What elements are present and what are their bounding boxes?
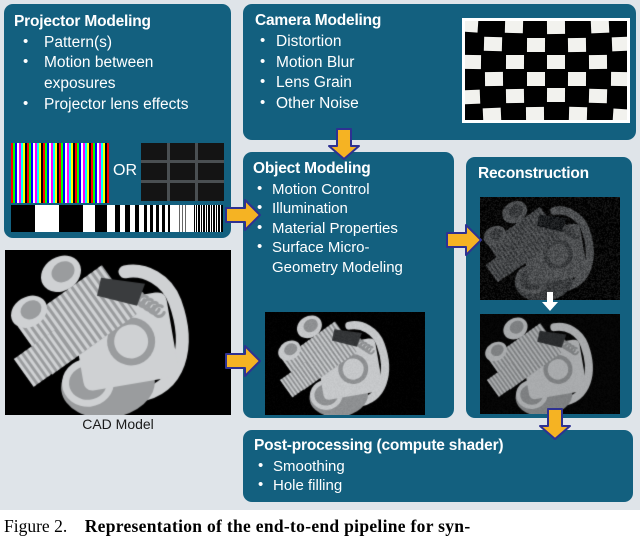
smoothed-depth-map-image	[480, 314, 620, 414]
arrow-right-object-to-reconstruction-icon	[446, 223, 482, 257]
checker-square	[506, 89, 524, 103]
checker-square	[485, 72, 503, 86]
checker-square	[483, 107, 501, 120]
checker-square	[589, 89, 607, 103]
figure-caption: Figure 2. Representation of the end-to-e…	[0, 510, 640, 537]
checker-square	[547, 55, 565, 69]
checker-square	[568, 38, 586, 52]
post-bullet-list: Smoothing Hole filling	[254, 457, 633, 496]
noisy-depth-map-image	[480, 197, 620, 300]
or-label: OR	[110, 162, 140, 180]
binary-stripe-pattern-icon	[11, 205, 223, 232]
arrow-down-white-icon	[541, 292, 559, 312]
checker-square	[465, 89, 480, 104]
list-item: Pattern(s)	[14, 33, 223, 54]
projector-bullet-list: Pattern(s) Motion between exposures Proj…	[14, 33, 223, 115]
grid-line	[195, 143, 198, 201]
list-item-continuation: Geometry Modeling	[253, 258, 454, 278]
list-item: Projector lens effects	[14, 95, 223, 116]
arrow-down-camera-to-object-icon	[327, 128, 361, 160]
list-item: Material Properties	[253, 219, 454, 239]
list-item: Surface Micro-	[253, 238, 454, 258]
grid-line	[141, 160, 224, 163]
checker-square	[611, 72, 627, 86]
checker-square	[589, 55, 607, 69]
cad-model-label: CAD Model	[5, 416, 231, 432]
arrow-right-cad-to-object-icon	[225, 344, 261, 378]
engine-render-canvas	[5, 250, 231, 415]
checker-square	[568, 107, 586, 120]
caption-bold: Representation of the end-to-end pipelin…	[85, 516, 471, 536]
arrow-right-projector-to-object-icon	[225, 198, 261, 232]
list-item: Smoothing	[254, 457, 633, 477]
post-processing-box: Post-processing (compute shader) Smoothi…	[243, 430, 633, 502]
list-item: Hole filling	[254, 476, 633, 496]
distorted-checkerboard-image	[462, 18, 630, 123]
checker-square	[465, 21, 478, 32]
engine-render-canvas	[265, 312, 425, 415]
grid-line	[167, 143, 170, 201]
projector-content: Projector Modeling Pattern(s) Motion bet…	[4, 4, 231, 115]
arrow-down-reconstruction-to-post-icon	[538, 408, 572, 440]
checker-square	[527, 72, 545, 86]
checker-square	[484, 37, 502, 51]
checker-square	[590, 21, 608, 33]
object-bullet-list: Motion Control Illumination Material Pro…	[253, 180, 454, 278]
checker-square	[611, 36, 627, 51]
checker-square	[567, 72, 585, 86]
checker-square	[527, 38, 545, 52]
reconstruction-content: Reconstruction	[466, 157, 632, 183]
engine-render-canvas	[480, 314, 620, 414]
diagram-canvas: Projector Modeling Pattern(s) Motion bet…	[0, 0, 640, 510]
checker-square	[465, 54, 481, 68]
cad-model-image	[5, 250, 231, 415]
checker-square	[526, 107, 544, 120]
figure-2: Projector Modeling Pattern(s) Motion bet…	[0, 0, 640, 537]
checker-square	[505, 21, 523, 34]
checker-square	[547, 21, 565, 34]
caption-lead: Figure 2.	[4, 516, 67, 536]
engine-render-canvas	[480, 197, 620, 300]
color-stripe-pattern-icon	[11, 143, 109, 203]
checker-square	[547, 88, 565, 102]
object-content: Object Modeling Motion Control Illuminat…	[243, 152, 454, 277]
post-title: Post-processing (compute shader)	[254, 437, 633, 455]
list-item: Illumination	[253, 199, 454, 219]
object-engine-render-image	[265, 312, 425, 415]
list-item-continuation: exposures	[14, 74, 223, 95]
checker-square	[613, 108, 627, 120]
grid-pattern-icon	[141, 143, 224, 201]
checker-square	[506, 55, 524, 69]
reconstruction-title: Reconstruction	[478, 165, 632, 183]
post-content: Post-processing (compute shader) Smoothi…	[243, 430, 633, 496]
object-title: Object Modeling	[253, 160, 454, 178]
list-item: Motion between	[14, 53, 223, 74]
projector-title: Projector Modeling	[14, 13, 223, 31]
list-item: Motion Control	[253, 180, 454, 200]
grid-line	[141, 180, 224, 183]
